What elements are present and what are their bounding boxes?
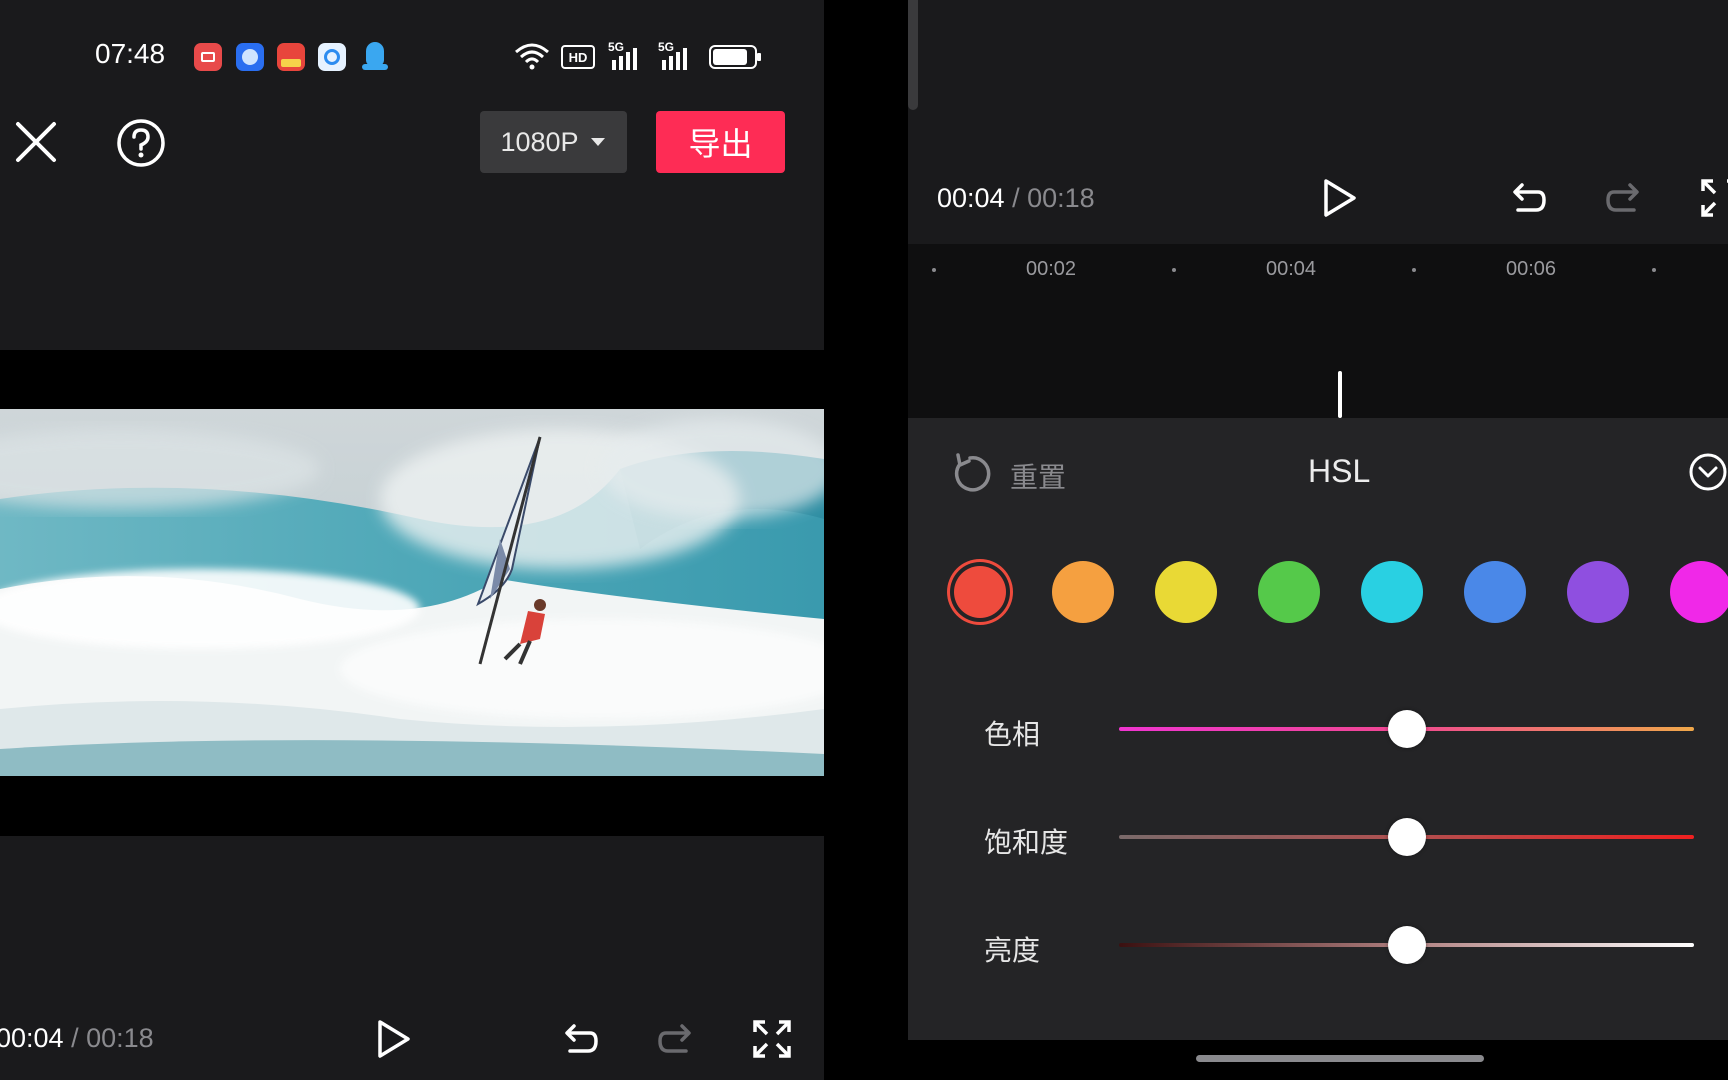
- right-timecode: 00:04 / 00:18: [937, 183, 1095, 214]
- ruler-dot: [932, 268, 936, 272]
- qq-icon: [362, 42, 388, 72]
- hd-label: HD: [568, 49, 588, 65]
- redo-icon[interactable]: [656, 1019, 696, 1059]
- ruler-tick-label: 00:04: [1266, 258, 1317, 280]
- hue-slider-thumb[interactable]: [1387, 710, 1426, 748]
- undo-icon[interactable]: [560, 1019, 600, 1059]
- collapse-icon[interactable]: [1688, 452, 1728, 492]
- color-swatch-cyan[interactable]: [1361, 561, 1423, 623]
- redo-icon[interactable]: [1604, 178, 1644, 218]
- help-icon[interactable]: [116, 118, 166, 168]
- network-label: 5G: [608, 40, 625, 54]
- brightness-slider-thumb[interactable]: [1387, 926, 1426, 964]
- panel-title: HSL: [1308, 453, 1371, 489]
- wifi-icon: [515, 43, 549, 70]
- undo-icon[interactable]: [1508, 178, 1548, 218]
- screen-recorder-icon: [194, 43, 222, 71]
- network-label: 5G: [658, 40, 675, 54]
- saturation-slider-thumb[interactable]: [1387, 818, 1426, 856]
- ruler-tick-label: 00:06: [1506, 258, 1557, 280]
- color-swatch-green[interactable]: [1258, 561, 1320, 623]
- home-indicator[interactable]: [1196, 1055, 1484, 1062]
- resolution-dropdown[interactable]: 1080P: [480, 111, 627, 173]
- qq-browser-icon: [318, 43, 346, 71]
- windsurf-video-frame: [0, 409, 824, 776]
- time-separator: /: [1012, 183, 1020, 213]
- export-button[interactable]: 导出: [656, 111, 785, 173]
- browser-icon: [236, 43, 264, 71]
- status-time: 07:48: [95, 38, 166, 69]
- caret-down-icon: [590, 138, 605, 146]
- slider-label-hue: 色相: [984, 718, 1041, 751]
- play-icon[interactable]: [376, 1019, 412, 1059]
- left-preview-panel: 07:48 HD 5G 5G 1080P 导出 00:04 / 00:18: [0, 0, 824, 1080]
- left-timecode: 00:04 / 00:18: [0, 1023, 154, 1054]
- current-time: 00:04: [0, 1023, 64, 1053]
- time-separator: /: [71, 1023, 79, 1053]
- color-swatch-yellow[interactable]: [1155, 561, 1217, 623]
- total-time: 00:18: [1027, 183, 1095, 213]
- fullscreen-icon[interactable]: [1700, 178, 1728, 218]
- current-time: 00:04: [937, 183, 1005, 213]
- color-swatch-red[interactable]: [954, 566, 1006, 618]
- video-preview: [0, 409, 824, 776]
- fullscreen-icon[interactable]: [752, 1019, 792, 1059]
- play-icon[interactable]: [1322, 178, 1358, 218]
- ruler-tick-label: 00:02: [1026, 258, 1077, 280]
- 5g-signal-icon: 5G: [608, 40, 648, 72]
- reset-icon[interactable]: [950, 452, 992, 492]
- battery-icon: [709, 45, 761, 69]
- color-swatch-orange[interactable]: [1052, 561, 1114, 623]
- color-swatch-purple[interactable]: [1567, 561, 1629, 623]
- ruler-dot: [1412, 268, 1416, 272]
- color-swatch-magenta[interactable]: [1670, 561, 1728, 623]
- ruler-dot: [1652, 268, 1656, 272]
- reset-button[interactable]: 重置: [1010, 456, 1066, 496]
- playhead[interactable]: [1338, 371, 1342, 418]
- resolution-label: 1080P: [500, 126, 579, 157]
- total-time: 00:18: [86, 1023, 154, 1053]
- slider-label-brightness: 亮度: [984, 934, 1041, 967]
- ruler-dot: [1172, 268, 1176, 272]
- color-swatch-blue[interactable]: [1464, 561, 1526, 623]
- slider-label-saturation: 饱和度: [984, 826, 1069, 859]
- close-icon[interactable]: [14, 120, 58, 164]
- scroll-handle[interactable]: [908, 0, 918, 110]
- 5g-signal-icon: 5G: [658, 40, 698, 72]
- hd-icon: HD: [561, 45, 595, 69]
- toutiao-icon: [277, 43, 305, 71]
